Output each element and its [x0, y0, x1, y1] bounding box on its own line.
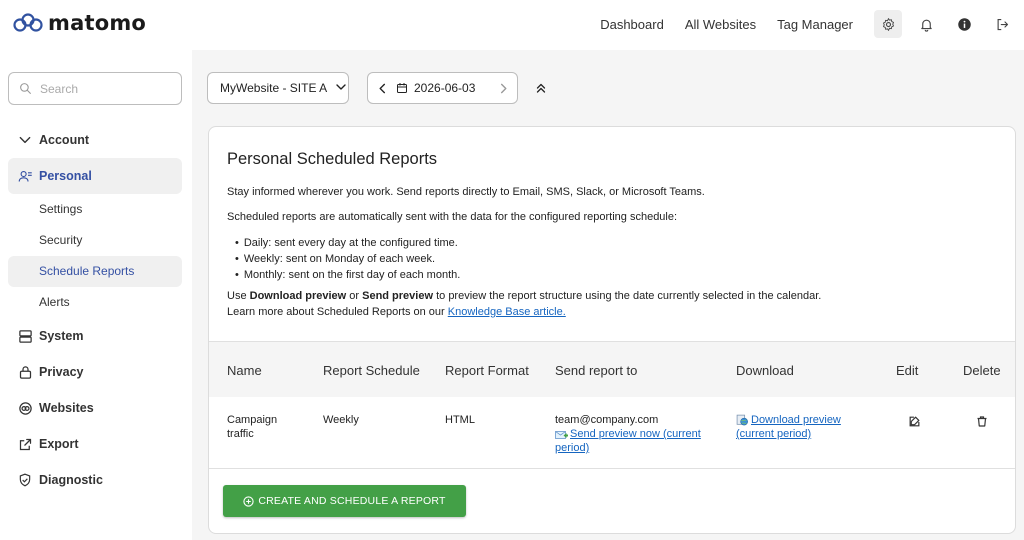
site-selector-label: MyWebsite - SITE A — [220, 81, 328, 95]
search-input[interactable] — [40, 81, 160, 96]
preview-use-text: Use — [227, 290, 250, 302]
schedule-note: Scheduled reports are automatically sent… — [227, 211, 678, 223]
scheduled-reports-card: Personal Scheduled Reports Stay informed… — [208, 126, 1016, 534]
menu-export-label: Export — [39, 437, 79, 451]
submenu-security[interactable]: Security — [8, 225, 182, 256]
menu-account[interactable]: Account — [8, 122, 182, 158]
submenu-alerts[interactable]: Alerts — [8, 287, 182, 318]
download-line1: Download preview — [751, 414, 841, 426]
col-report-schedule: Report Schedule — [323, 363, 420, 378]
main-content: MyWebsite - SITE A 2026-06-03 Personal S… — [192, 50, 1024, 540]
send-preview-link[interactable]: Send preview now (current period) — [555, 427, 701, 455]
chevron-down-icon — [335, 81, 347, 96]
download-line2: (current period) — [736, 428, 812, 440]
col-send-report-to: Send report to — [555, 363, 638, 378]
name-line1: Campaign — [227, 414, 278, 426]
create-schedule-report-button[interactable]: CREATE AND SCHEDULE A REPORT — [223, 485, 466, 517]
gear-icon[interactable] — [874, 10, 902, 38]
name-line2: traffic — [227, 428, 254, 440]
date-selector[interactable]: 2026-06-03 — [367, 72, 518, 104]
menu-websites[interactable]: Websites — [8, 390, 182, 426]
bell-icon[interactable] — [912, 10, 940, 38]
export-icon — [17, 436, 33, 452]
table-row: Campaign traffic Weekly HTML team@compan… — [209, 397, 1015, 469]
col-edit: Edit — [896, 363, 919, 378]
shield-check-icon — [17, 472, 33, 488]
trash-icon[interactable] — [976, 415, 988, 432]
chevron-down-icon — [17, 132, 33, 148]
search-icon — [20, 83, 31, 94]
download-preview-link[interactable]: Download preview (current period) — [736, 413, 841, 441]
send-preview-line2: period) — [555, 442, 590, 454]
menu-personal-label: Personal — [39, 169, 92, 183]
cell-format: HTML — [445, 414, 475, 426]
intro-text: Stay informed wherever you work. Send re… — [227, 186, 705, 198]
download-globe-icon — [736, 414, 748, 426]
page-title: Personal Scheduled Reports — [227, 150, 438, 168]
create-button-label: CREATE AND SCHEDULE A REPORT — [258, 495, 446, 507]
col-report-format: Report Format — [445, 363, 529, 378]
menu-diagnostic-label: Diagnostic — [39, 473, 103, 487]
user-settings-icon — [17, 168, 33, 184]
left-sidebar: Account Personal Settings Security Sched… — [0, 50, 192, 540]
preview-instructions: Use Download preview or Send preview to … — [227, 290, 821, 302]
menu-system-label: System — [39, 329, 84, 343]
nav-all-websites[interactable]: All Websites — [685, 17, 756, 32]
plus-circle-icon — [243, 495, 254, 507]
menu-privacy[interactable]: Privacy — [8, 354, 182, 390]
logout-icon[interactable] — [988, 10, 1016, 38]
cell-download: Download preview (current period) — [736, 413, 841, 441]
menu-export[interactable]: Export — [8, 426, 182, 462]
col-delete: Delete — [963, 363, 1001, 378]
search-box[interactable] — [8, 72, 182, 105]
send-preview-line1: Send preview now (current — [570, 428, 701, 440]
cell-schedule: Weekly — [323, 414, 359, 426]
top-navigation: Dashboard All Websites Tag Manager — [600, 0, 1024, 48]
server-icon — [17, 328, 33, 344]
logo-text: matomo — [48, 11, 147, 35]
schedule-list: Daily: sent every day at the configured … — [235, 235, 460, 283]
cell-name: Campaign traffic — [227, 413, 277, 441]
learn-more-label: Learn more about Scheduled Reports on ou… — [227, 306, 448, 318]
chevron-left-icon[interactable] — [368, 83, 396, 94]
knowledge-base-link[interactable]: Knowledge Base article. — [448, 306, 566, 318]
table-header: Name Report Schedule Report Format Send … — [209, 341, 1015, 397]
menu-system[interactable]: System — [8, 318, 182, 354]
list-item: Monthly: sent on the first day of each m… — [235, 267, 460, 283]
lock-icon — [17, 364, 33, 380]
collapse-chevrons-up-icon[interactable] — [533, 80, 549, 96]
preview-or-text: or — [346, 290, 363, 302]
nav-tag-manager[interactable]: Tag Manager — [777, 17, 853, 32]
menu-personal[interactable]: Personal — [8, 158, 182, 194]
menu-websites-label: Websites — [39, 401, 94, 415]
submenu-schedule-reports[interactable]: Schedule Reports — [8, 256, 182, 287]
matomo-logo-icon — [13, 13, 43, 32]
list-item: Weekly: sent on Monday of each week. — [235, 251, 460, 267]
menu-privacy-label: Privacy — [39, 365, 84, 379]
preview-download-bold: Download preview — [249, 290, 347, 302]
top-bar: matomo Dashboard All Websites Tag Manage… — [0, 0, 1024, 50]
calendar-icon — [396, 82, 408, 94]
preview-rest-text: to preview the report structure using th… — [433, 290, 822, 302]
learn-more-text: Learn more about Scheduled Reports on ou… — [227, 306, 566, 318]
menu-account-label: Account — [39, 133, 89, 147]
site-selector[interactable]: MyWebsite - SITE A — [207, 72, 349, 104]
col-name: Name — [227, 363, 262, 378]
date-label: 2026-06-03 — [414, 81, 476, 95]
email-send-icon — [555, 430, 568, 439]
menu-diagnostic[interactable]: Diagnostic — [8, 462, 182, 498]
submenu-settings[interactable]: Settings — [8, 194, 182, 225]
list-item: Daily: sent every day at the configured … — [235, 235, 460, 251]
preview-send-bold: Send preview — [362, 290, 434, 302]
chevron-right-icon[interactable] — [489, 83, 517, 94]
admin-menu: Account Personal Settings Security Sched… — [8, 122, 182, 498]
websites-icon — [17, 400, 33, 416]
recipient-email: team@company.com — [555, 414, 659, 426]
cell-send-to: team@company.com Send preview now (curre… — [555, 413, 701, 455]
info-icon[interactable] — [950, 10, 978, 38]
nav-dashboard[interactable]: Dashboard — [600, 17, 664, 32]
col-download: Download — [736, 363, 794, 378]
matomo-logo[interactable]: matomo — [13, 11, 146, 35]
edit-icon[interactable] — [908, 415, 921, 432]
